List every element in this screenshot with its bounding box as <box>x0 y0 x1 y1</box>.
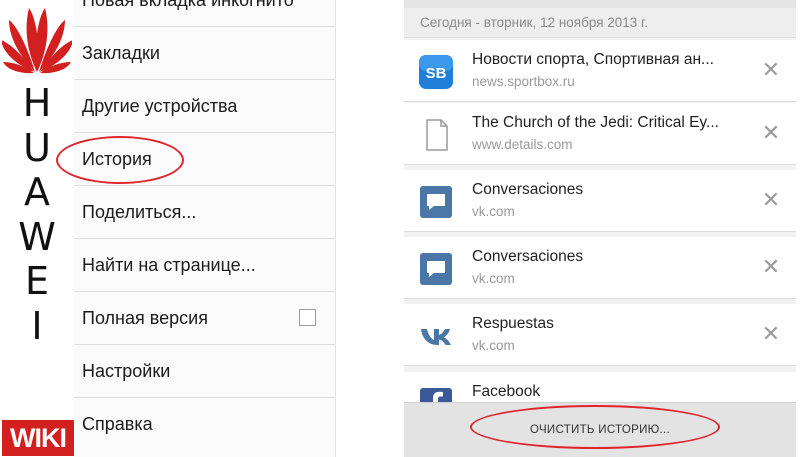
menu-item-bookmarks[interactable]: Закладки <box>74 27 335 80</box>
history-item-title: Conversaciones <box>472 181 584 198</box>
close-icon[interactable]: ✕ <box>760 257 782 279</box>
history-item[interactable]: Respuestas vk.com ✕ <box>404 304 796 366</box>
history-item-url: news.sportbox.ru <box>472 74 575 89</box>
history-item-title: Conversaciones <box>472 248 584 265</box>
menu-item-history[interactable]: История <box>74 133 335 186</box>
close-icon[interactable]: ✕ <box>760 190 782 212</box>
menu-item-label: Другие устройства <box>82 95 238 116</box>
sportbox-icon: SB <box>419 55 453 89</box>
history-item-url: vk.com <box>472 271 515 286</box>
brand-letter: A <box>24 170 50 214</box>
brand-letter: E <box>24 259 49 303</box>
menu-item-label: Найти на странице... <box>82 254 256 275</box>
brand-letters: H U A W E I <box>0 84 74 351</box>
brand-letter: U <box>23 125 51 170</box>
history-item-title: The Church of the Jedi: Critical Ey... <box>472 114 719 131</box>
menu-item-label: Полная версия <box>82 307 208 328</box>
date-header: Сегодня - вторник, 12 ноября 2013 г. <box>404 8 796 38</box>
chat-icon <box>420 186 452 218</box>
desktop-version-checkbox[interactable] <box>299 309 316 326</box>
history-item-url: vk.com <box>472 338 515 353</box>
brand-letter: H <box>22 81 52 125</box>
menu-item-label: Справка <box>82 414 153 434</box>
menu-item-label: Закладки <box>82 42 160 63</box>
history-item-title: Новости спорта, Спортивная ан... <box>472 51 714 68</box>
history-item-url: vk.com <box>472 204 515 219</box>
bottom-bar: ОЧИСТИТЬ ИСТОРИЮ... <box>404 402 796 457</box>
brand-letter: I <box>31 303 43 348</box>
huawei-logo-icon <box>2 8 72 74</box>
close-icon[interactable]: ✕ <box>760 324 782 346</box>
svg-text:SB: SB <box>426 65 447 82</box>
menu-item-settings[interactable]: Настройки <box>74 345 335 398</box>
menu-item-incognito[interactable]: Новая вкладка инкогнито <box>74 0 335 27</box>
menu-item-label: Новая вкладка инкогнито <box>82 0 294 11</box>
browser-menu: Новая вкладка инкогнито Закладки Другие … <box>74 0 336 457</box>
menu-item-find-in-page[interactable]: Найти на странице... <box>74 239 335 292</box>
panel-gap <box>336 0 404 457</box>
wiki-badge: WIKI <box>2 420 74 456</box>
history-item[interactable]: SB Новости спорта, Спортивная ан... news… <box>404 40 796 102</box>
brand-strip: H U A W E I WIKI <box>0 0 74 457</box>
history-item-url: www.details.com <box>472 137 573 152</box>
history-item-title: Facebook <box>472 383 541 400</box>
history-item[interactable]: Conversaciones vk.com ✕ <box>404 237 796 299</box>
chat-icon <box>420 253 452 285</box>
menu-item-other-devices[interactable]: Другие устройства <box>74 80 335 133</box>
brand-letter: W <box>18 214 56 259</box>
history-panel: Сегодня - вторник, 12 ноября 2013 г. SB … <box>404 0 796 457</box>
page-icon <box>426 119 448 151</box>
menu-item-share[interactable]: Поделиться... <box>74 186 335 239</box>
top-strip <box>404 0 796 8</box>
history-item-title: Respuestas <box>472 315 554 332</box>
menu-item-help[interactable]: Справка <box>74 398 335 451</box>
history-item[interactable]: The Church of the Jedi: Critical Ey... w… <box>404 103 796 165</box>
menu-item-label: Настройки <box>82 360 171 381</box>
close-icon[interactable]: ✕ <box>760 123 782 145</box>
close-icon[interactable]: ✕ <box>760 60 782 82</box>
vk-icon <box>421 329 451 345</box>
history-item[interactable]: Conversaciones vk.com ✕ <box>404 170 796 232</box>
menu-item-label: Поделиться... <box>82 201 197 222</box>
clear-history-button[interactable]: ОЧИСТИТЬ ИСТОРИЮ... <box>480 415 720 445</box>
menu-item-desktop-version[interactable]: Полная версия <box>74 292 335 345</box>
menu-item-label: История <box>82 148 152 169</box>
